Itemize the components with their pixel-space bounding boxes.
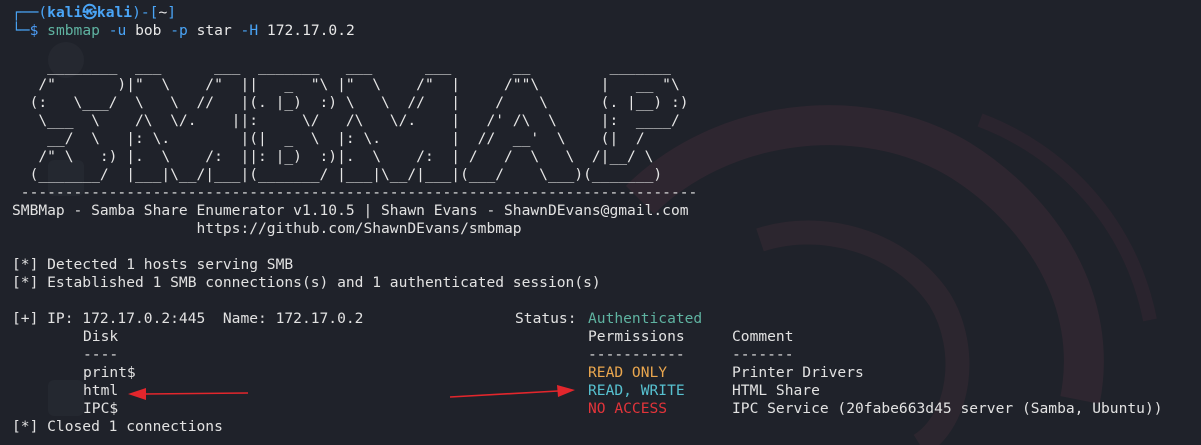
arg-flag-host: -H [240, 22, 259, 39]
table-row: print$ READ ONLY Printer Drivers [12, 364, 1192, 382]
table-header: Disk Permissions Comment [12, 328, 1192, 346]
share-comment: IPC Service (20fabe663d45 server (Samba,… [732, 400, 1163, 417]
underline-disk: ---- [83, 346, 119, 363]
banner-line: /" )|" \ /" || _ "\ |" \ /" | /""\ | __ … [12, 76, 680, 93]
underline-permissions: ----------- [588, 346, 685, 363]
share-permission-no-access: NO ACCESS [588, 400, 668, 417]
tool-title: SMBMap - Samba Share Enumerator v1.10.5 … [12, 202, 689, 219]
arg-flag-pass: -p [170, 22, 188, 39]
share-name: IPC$ [83, 400, 119, 417]
underline-comment: ------- [732, 346, 794, 363]
share-name: html [83, 382, 119, 399]
banner-line: __/ \ |: \. |(| _ \ |: \. | // __' \ (| … [12, 130, 645, 147]
prompt-line-1: ┌──(kali㉿kali)-[~] [12, 4, 1192, 22]
share-permission-read-write: READ, WRITE [588, 382, 685, 399]
banner-separator: ----------------------------------------… [12, 184, 698, 201]
table-row: IPC$ NO ACCESS IPC Service (20fabe663d45… [12, 400, 1192, 418]
prompt-host: kali [96, 4, 133, 21]
header-disk: Disk [83, 328, 119, 345]
prompt-corner: └─ [12, 22, 30, 39]
share-name: print$ [83, 364, 136, 381]
banner-line: ________ ___ ___ _______ ___ ___ __ ____… [12, 58, 671, 75]
status-line: [*] Established 1 SMB connections(s) and… [12, 274, 601, 291]
command-name: smbmap [47, 22, 100, 39]
banner-line: /" \ :) |. \ /: ||: |_) :)|. \ /: | / / … [12, 148, 654, 165]
prompt-dir: ~ [158, 4, 168, 21]
prompt-dollar: $ [29, 22, 39, 39]
prompt-at-icon: ㉿ [82, 4, 97, 21]
share-permission-read-only: READ ONLY [588, 364, 668, 381]
terminal-output: ┌──(kali㉿kali)-[~] └─$ smbmap -u bob -p … [12, 4, 1192, 436]
tool-url: https://github.com/ShawnDEvans/smbmap [12, 220, 522, 237]
footer-line: [*] Closed 1 connections [12, 418, 223, 435]
banner-line: \___ \ /\ \/. ||: \/ /\ \/. | /' /\ \ |:… [12, 112, 680, 129]
share-comment: Printer Drivers [732, 364, 864, 381]
arg-value-pass: star [196, 22, 232, 39]
header-permissions: Permissions [588, 328, 685, 345]
table-underline: ---- ----------- ------- [12, 346, 1192, 364]
header-comment: Comment [732, 328, 794, 345]
prompt-frame-close: )-[ [132, 4, 159, 21]
status-label: Status: [515, 310, 586, 327]
status-line: [*] Detected 1 hosts serving SMB [12, 256, 294, 273]
arg-value-user: bob [135, 22, 162, 39]
status-authenticated: Authenticated [588, 310, 703, 327]
banner-line: (_______/ |___|\__/|___|(_______/ |___|\… [12, 166, 663, 183]
prompt-line-2[interactable]: └─$ smbmap -u bob -p star -H 172.17.0.2 [12, 22, 1192, 40]
prompt-frame-end: ] [167, 4, 177, 21]
arg-value-host: 172.17.0.2 [266, 22, 355, 39]
table-row: html READ, WRITE HTML Share [12, 382, 1192, 400]
banner-line: (: \___/ \ \ // |(. |_) :) \ \ // | / \ … [12, 94, 689, 111]
prompt-user: kali [47, 4, 83, 21]
host-line: [+] IP: 172.17.0.2:445 Name: 172.17.0.2 … [12, 310, 1192, 328]
arg-flag-user: -u [108, 22, 127, 39]
prompt-frame-open: ┌──( [12, 4, 48, 21]
host-info: [+] IP: 172.17.0.2:445 Name: 172.17.0.2 [12, 310, 364, 327]
share-comment: HTML Share [732, 382, 820, 399]
